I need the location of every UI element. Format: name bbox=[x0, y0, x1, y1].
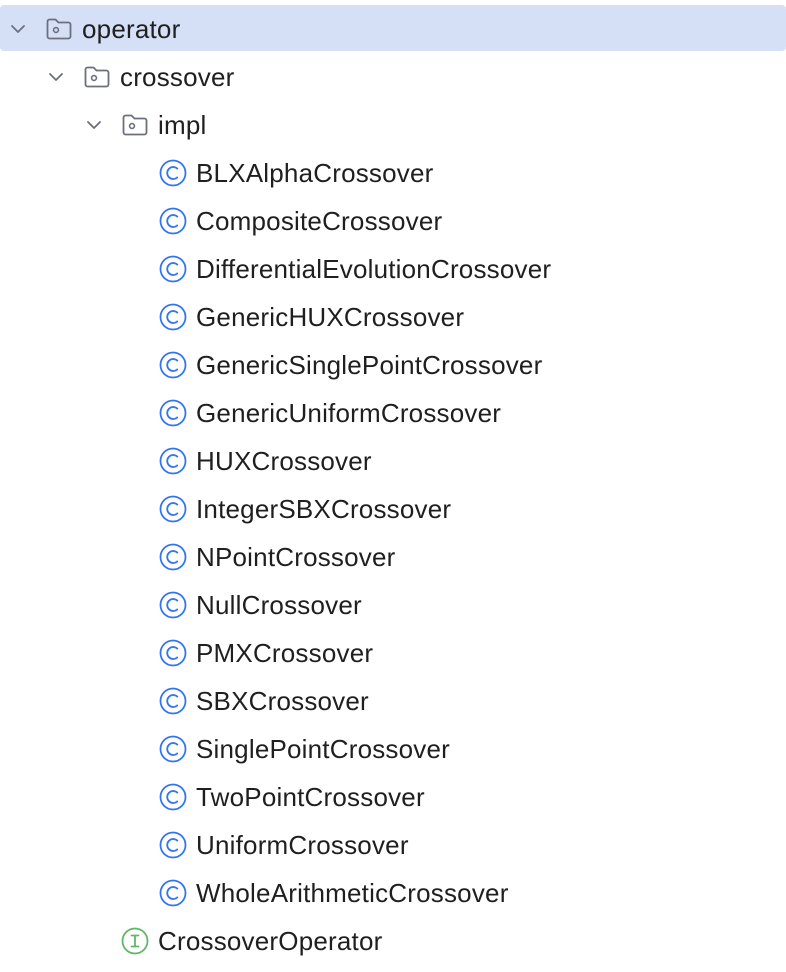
tree-node-class[interactable]: SBXCrossover bbox=[0, 677, 786, 725]
tree-node-class[interactable]: GenericHUXCrossover bbox=[0, 293, 786, 341]
tree-node-class[interactable]: BLXAlphaCrossover bbox=[0, 149, 786, 197]
class-icon bbox=[158, 830, 188, 860]
chevron-down-icon[interactable] bbox=[44, 65, 68, 89]
tree-node-label: CompositeCrossover bbox=[196, 206, 443, 236]
tree-node-crossover[interactable]: crossover bbox=[0, 53, 786, 101]
tree-node-operator[interactable]: operator bbox=[0, 5, 786, 53]
class-icon bbox=[158, 734, 188, 764]
tree-node-class[interactable]: SinglePointCrossover bbox=[0, 725, 786, 773]
tree-node-label: SBXCrossover bbox=[196, 686, 369, 716]
class-icon bbox=[158, 638, 188, 668]
tree-node-class[interactable]: UniformCrossover bbox=[0, 821, 786, 869]
tree-node-label: NPointCrossover bbox=[196, 542, 396, 572]
tree-node-class[interactable]: NPointCrossover bbox=[0, 533, 786, 581]
tree-node-label: GenericHUXCrossover bbox=[196, 302, 465, 332]
class-icon bbox=[158, 590, 188, 620]
tree-node-class[interactable]: HUXCrossover bbox=[0, 437, 786, 485]
tree-node-label: GenericSinglePointCrossover bbox=[196, 350, 543, 380]
tree-node-label: IntegerSBXCrossover bbox=[196, 494, 452, 524]
tree-node-label: SinglePointCrossover bbox=[196, 734, 451, 764]
tree-node-class[interactable]: NullCrossover bbox=[0, 581, 786, 629]
tree-node-label: PMXCrossover bbox=[196, 638, 374, 668]
interface-icon bbox=[120, 926, 150, 956]
tree-node-label: NullCrossover bbox=[196, 590, 362, 620]
tree-node-label: GenericUniformCrossover bbox=[196, 398, 502, 428]
tree-node-class[interactable]: PMXCrossover bbox=[0, 629, 786, 677]
tree-node-class[interactable]: GenericUniformCrossover bbox=[0, 389, 786, 437]
class-icon bbox=[158, 782, 188, 812]
tree-node-label: CrossoverOperator bbox=[158, 926, 383, 956]
chevron-down-icon[interactable] bbox=[6, 17, 30, 41]
class-icon bbox=[158, 542, 188, 572]
class-icon bbox=[158, 446, 188, 476]
class-icon bbox=[158, 350, 188, 380]
tree-node-label: operator bbox=[82, 14, 181, 44]
tree-node-interface[interactable]: CrossoverOperator bbox=[0, 917, 786, 965]
folder-icon bbox=[44, 14, 74, 44]
tree-node-label: crossover bbox=[120, 62, 235, 92]
tree-node-label: HUXCrossover bbox=[196, 446, 372, 476]
tree-node-impl[interactable]: impl bbox=[0, 101, 786, 149]
tree-node-label: impl bbox=[158, 110, 207, 140]
tree-node-class[interactable]: GenericSinglePointCrossover bbox=[0, 341, 786, 389]
class-icon bbox=[158, 158, 188, 188]
class-icon bbox=[158, 398, 188, 428]
class-icon bbox=[158, 206, 188, 236]
tree-node-class[interactable]: TwoPointCrossover bbox=[0, 773, 786, 821]
tree-node-class[interactable]: CompositeCrossover bbox=[0, 197, 786, 245]
project-tree: operator crossover impl BLXAlphaCrossove… bbox=[0, 0, 786, 965]
folder-icon bbox=[82, 62, 112, 92]
tree-node-label: UniformCrossover bbox=[196, 830, 409, 860]
class-icon bbox=[158, 878, 188, 908]
tree-node-label: WholeArithmeticCrossover bbox=[196, 878, 509, 908]
folder-icon bbox=[120, 110, 150, 140]
tree-node-label: BLXAlphaCrossover bbox=[196, 158, 434, 188]
tree-node-class[interactable]: DifferentialEvolutionCrossover bbox=[0, 245, 786, 293]
tree-node-label: TwoPointCrossover bbox=[196, 782, 425, 812]
class-icon bbox=[158, 494, 188, 524]
tree-node-class[interactable]: IntegerSBXCrossover bbox=[0, 485, 786, 533]
tree-node-label: DifferentialEvolutionCrossover bbox=[196, 254, 552, 284]
class-icon bbox=[158, 302, 188, 332]
class-icon bbox=[158, 686, 188, 716]
chevron-down-icon[interactable] bbox=[82, 113, 106, 137]
class-icon bbox=[158, 254, 188, 284]
tree-node-class[interactable]: WholeArithmeticCrossover bbox=[0, 869, 786, 917]
